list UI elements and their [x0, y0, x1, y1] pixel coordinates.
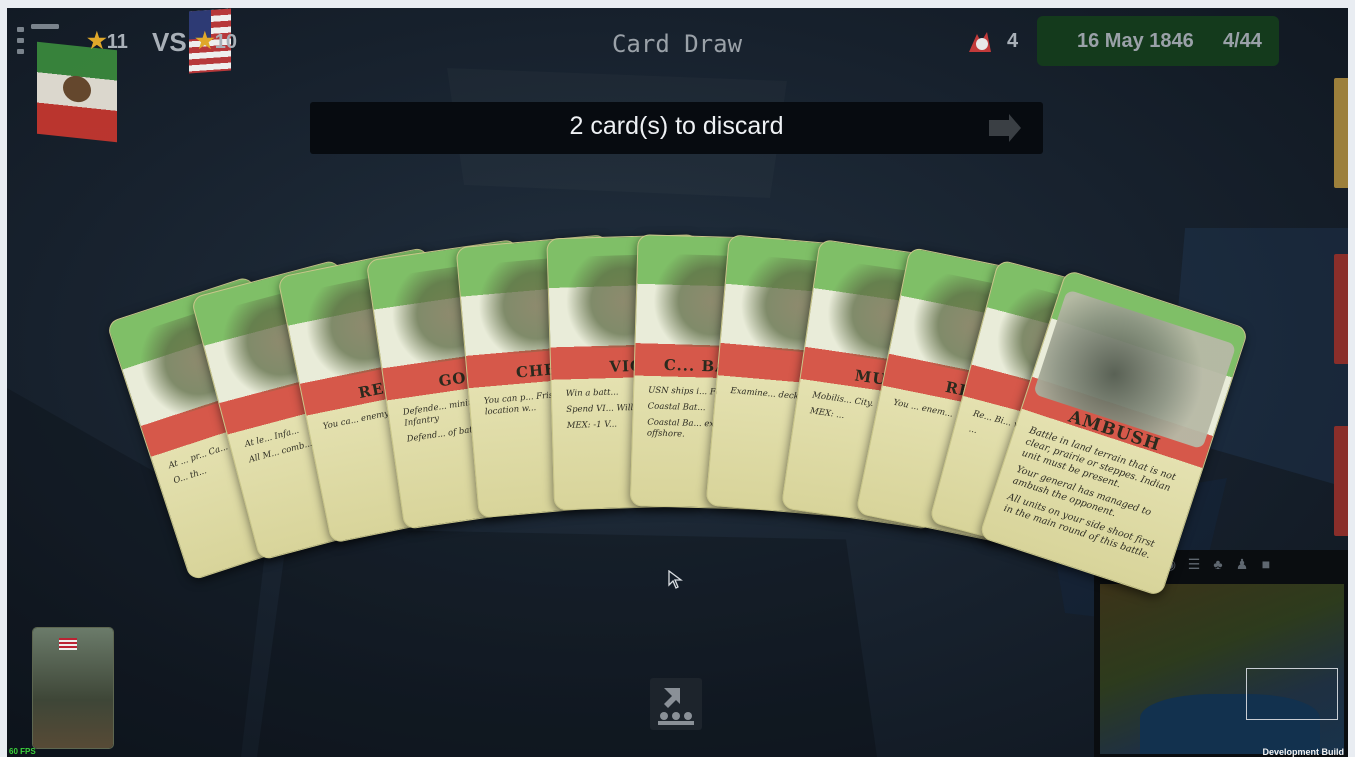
card-artwork — [1033, 289, 1237, 450]
minimap-viewport[interactable] — [1246, 668, 1338, 720]
army-button[interactable] — [650, 678, 702, 730]
fps-counter: 60 FPS — [9, 747, 36, 756]
minimap[interactable] — [1100, 584, 1344, 754]
army-icon — [658, 688, 694, 725]
development-build-label: Development Build — [1262, 747, 1344, 757]
list-icon[interactable]: ☰ — [1186, 556, 1202, 572]
mouse-cursor-icon — [668, 570, 683, 589]
game-board: ★11 VS ★10 Card Draw 4 16 May 1846 4/44 … — [7, 8, 1348, 757]
group-icon[interactable]: ♣ — [1210, 556, 1226, 572]
general-portrait[interactable] — [33, 628, 113, 748]
unit-icon[interactable]: ♟ — [1234, 556, 1250, 572]
square-icon[interactable]: ■ — [1258, 556, 1274, 572]
